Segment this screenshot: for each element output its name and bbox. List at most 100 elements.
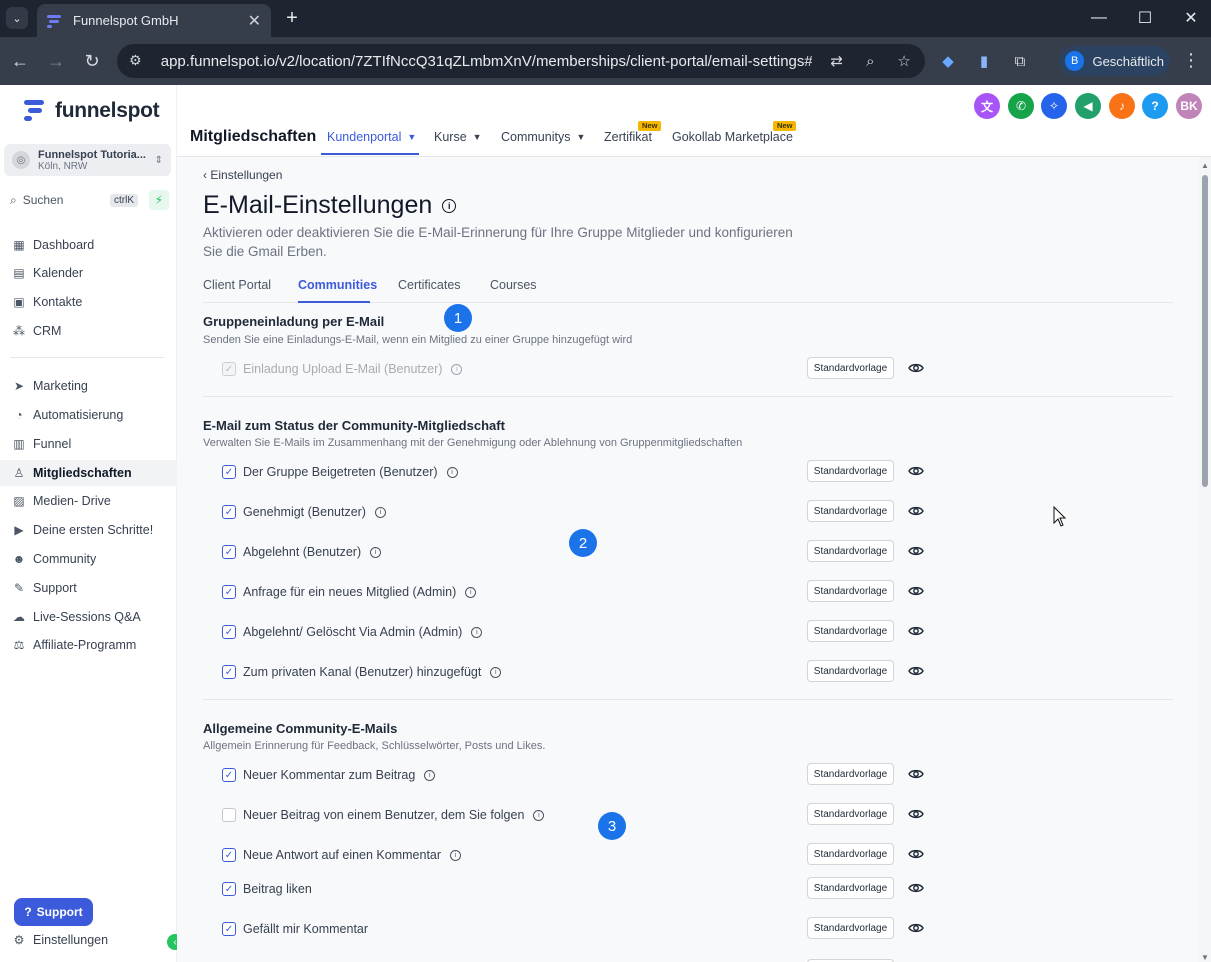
template-button[interactable]: Standardvorlage [807, 460, 894, 482]
template-button[interactable]: Standardvorlage [807, 917, 894, 939]
sidebar-item-live-sessions[interactable]: ☁ Live-Sessions Q&A [0, 604, 177, 630]
bookmark-star-icon[interactable]: ☆ [895, 52, 913, 70]
sidebar-item-support[interactable]: ✎ Support [0, 575, 177, 601]
checkbox[interactable]: ✓ [222, 505, 236, 519]
info-icon[interactable]: i [442, 198, 457, 213]
scroll-up-icon[interactable]: ▲ [1201, 161, 1209, 170]
reload-icon[interactable]: ↻ [81, 50, 103, 72]
sidebar-item-kalender[interactable]: ▤ Kalender [0, 260, 177, 286]
extension-2-icon[interactable]: ▮ [973, 50, 995, 72]
sidebar-item-kontakte[interactable]: ▣ Kontakte [0, 289, 177, 315]
close-tab-icon[interactable]: ✕ [248, 11, 261, 31]
info-icon[interactable]: i [451, 363, 463, 375]
sidebar-item-marketing[interactable]: ➤ Marketing [0, 373, 177, 399]
info-icon[interactable]: i [471, 626, 483, 638]
search-input[interactable]: ⌕ Suchen ctrlK [4, 189, 144, 211]
support-button[interactable]: ? Support [14, 898, 93, 926]
info-icon[interactable]: i [450, 849, 462, 861]
forward-arrow-icon[interactable]: → [45, 50, 67, 72]
info-icon[interactable]: i [446, 466, 458, 478]
translate-icon[interactable]: 文 [974, 93, 1000, 119]
template-button[interactable]: Standardvorlage [807, 580, 894, 602]
checkbox[interactable]: ✓ [222, 882, 236, 896]
sidebar-item-medien-drive[interactable]: ▨ Medien- Drive [0, 488, 177, 514]
sidebar-item-affiliate[interactable]: ⚖ Affiliate-Programm [0, 632, 177, 658]
sidebar-item-dashboard[interactable]: ▦ Dashboard [0, 232, 177, 258]
tab-kurse[interactable]: Kurse ▼ [434, 130, 482, 144]
checkbox[interactable]: ✓ [222, 922, 236, 936]
tab-courses[interactable]: Courses [490, 278, 537, 292]
sidebar-item-erste-schritte[interactable]: ▶ Deine ersten Schritte! [0, 517, 177, 543]
preview-eye-icon[interactable] [908, 583, 924, 599]
checkbox[interactable]: ✓ [222, 362, 236, 376]
tab-search-dropdown[interactable]: ⌄ [6, 7, 28, 29]
template-button[interactable]: Standardvorlage [807, 500, 894, 522]
preview-eye-icon[interactable] [908, 880, 924, 896]
preview-eye-icon[interactable] [908, 806, 924, 822]
template-button[interactable]: Standardvorlage [807, 763, 894, 785]
checkbox[interactable]: ✓ [222, 808, 236, 822]
tab-communitys[interactable]: Communitys ▼ [501, 130, 585, 144]
help-icon[interactable]: ? [1142, 93, 1168, 119]
brand-logo[interactable]: funnelspot [24, 99, 160, 123]
checkbox[interactable]: ✓ [222, 585, 236, 599]
info-icon[interactable]: i [533, 809, 545, 821]
template-button[interactable]: Standardvorlage [807, 843, 894, 865]
preview-eye-icon[interactable] [908, 360, 924, 376]
template-button[interactable]: Standardvorlage [807, 660, 894, 682]
preview-eye-icon[interactable] [908, 463, 924, 479]
sidebar-item-automatisierung[interactable]: ◔ Automatisierung [0, 402, 177, 428]
phone-icon[interactable]: ✆ [1008, 93, 1034, 119]
info-icon[interactable]: i [490, 666, 502, 678]
sidebar-item-funnel[interactable]: ▥ Funnel [0, 431, 177, 457]
preview-eye-icon[interactable] [908, 766, 924, 782]
page-scrollbar[interactable]: ▲ ▼ [1199, 157, 1211, 962]
extension-icon[interactable]: ◆ [937, 50, 959, 72]
extensions-puzzle-icon[interactable]: ⧉ [1009, 50, 1031, 72]
sidebar-item-community[interactable]: ☻ Community [0, 546, 177, 572]
minimize-icon[interactable]: — [1088, 7, 1110, 29]
bell-icon[interactable]: ♪ [1109, 93, 1135, 119]
back-arrow-icon[interactable]: ← [9, 50, 31, 72]
megaphone-icon[interactable]: ◀ [1075, 93, 1101, 119]
scrollbar-thumb[interactable] [1202, 175, 1208, 487]
scroll-down-icon[interactable]: ▼ [1201, 953, 1209, 962]
location-switcher[interactable]: ◎ Funnelspot Tutoria... Köln, NRW ⇕ [4, 144, 171, 176]
tab-certificates[interactable]: Certificates [398, 278, 461, 292]
checkbox[interactable]: ✓ [222, 768, 236, 782]
checkbox[interactable]: ✓ [222, 545, 236, 559]
preview-eye-icon[interactable] [908, 920, 924, 936]
browser-menu-icon[interactable]: ⋮ [1182, 50, 1200, 71]
address-bar[interactable]: ⚙ app.funnelspot.io/v2/location/7ZTIfNcc… [117, 44, 925, 78]
quick-action-bolt-icon[interactable]: ⚡ [149, 190, 169, 210]
profile-chip[interactable]: B Geschäftlich [1059, 46, 1170, 76]
sidebar-item-einstellungen[interactable]: ⚙ Einstellungen [0, 927, 177, 953]
preview-eye-icon[interactable] [908, 663, 924, 679]
template-button[interactable]: Standardvorlage [807, 620, 894, 642]
tab-communities[interactable]: Communities [298, 278, 377, 292]
checkbox[interactable]: ✓ [222, 848, 236, 862]
avatar[interactable]: BK [1176, 93, 1202, 119]
template-button[interactable]: Standardvorlage [807, 357, 894, 379]
preview-eye-icon[interactable] [908, 543, 924, 559]
template-button[interactable]: Standardvorlage [807, 540, 894, 562]
translate-icon[interactable]: ⇄ [828, 52, 846, 70]
checkbox[interactable]: ✓ [222, 665, 236, 679]
preview-eye-icon[interactable] [908, 503, 924, 519]
maximize-icon[interactable]: ☐ [1134, 7, 1156, 29]
new-tab-button[interactable]: + [281, 7, 303, 29]
window-close-icon[interactable]: ✕ [1180, 7, 1202, 29]
tab-kundenportal[interactable]: Kundenportal ▼ [327, 130, 416, 144]
info-icon[interactable]: i [370, 546, 382, 558]
site-settings-icon[interactable]: ⚙ [129, 52, 147, 70]
preview-eye-icon[interactable] [908, 846, 924, 862]
ai-sparkle-icon[interactable]: ✧ [1041, 93, 1067, 119]
template-button[interactable]: Standardvorlage [807, 803, 894, 825]
checkbox[interactable]: ✓ [222, 625, 236, 639]
browser-tab[interactable]: Funnelspot GmbH ✕ [37, 4, 271, 37]
sidebar-item-crm[interactable]: ⁂ CRM [0, 318, 177, 344]
info-icon[interactable]: i [374, 506, 386, 518]
template-button[interactable]: Standardvorlage [807, 877, 894, 899]
tab-zertifikat[interactable]: Zertifikat [604, 130, 652, 144]
info-icon[interactable]: i [424, 769, 436, 781]
